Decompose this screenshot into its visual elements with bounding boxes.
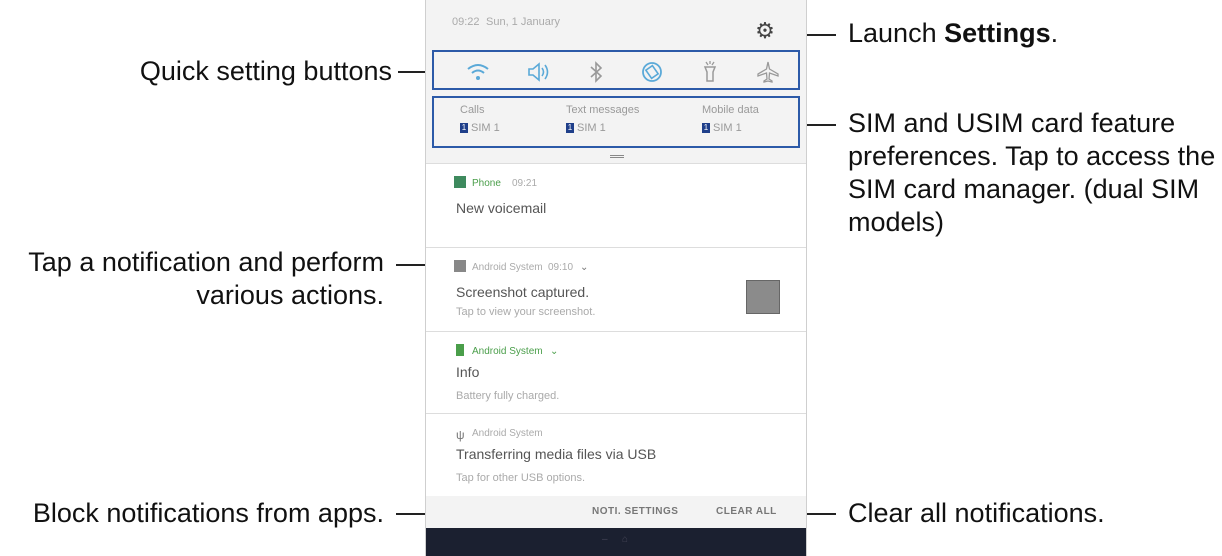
notification-subtitle: Battery fully charged. bbox=[456, 390, 560, 402]
notification-title: Screenshot captured. bbox=[456, 284, 590, 300]
back-icon[interactable]: – bbox=[602, 534, 608, 545]
sim-preferences[interactable]: Calls 1 SIM 1 Text messages 1 SIM 1 Mobile… bbox=[432, 96, 800, 148]
notification-panel: 09:22 Sun, 1 January ⚙ Calls 1 SIM 1 Text… bbox=[425, 0, 807, 556]
status-time: 09:22 bbox=[452, 16, 480, 28]
status-date: Sun, 1 January bbox=[486, 16, 560, 28]
sim-text-title: Text messages bbox=[566, 104, 640, 116]
notification-app: Android System bbox=[472, 262, 543, 273]
sim-text-value: SIM 1 bbox=[577, 122, 606, 134]
sim-line3: SIM card manager. (dual SIM bbox=[848, 174, 1200, 204]
sim-line2: preferences. Tap to access the bbox=[848, 141, 1216, 171]
status-bar: 09:22 Sun, 1 January ⚙ bbox=[426, 0, 806, 46]
chevron-down-icon[interactable]: ⌄ bbox=[550, 346, 558, 357]
sim-line1: SIM and USIM card feature bbox=[848, 108, 1176, 138]
notification-voicemail[interactable]: Phone 09:21 New voicemail bbox=[426, 163, 806, 247]
sim-data-title: Mobile data bbox=[702, 104, 759, 116]
notification-time: 09:21 bbox=[512, 178, 538, 189]
sim-text-messages[interactable]: Text messages 1 SIM 1 bbox=[566, 104, 639, 134]
battery-icon bbox=[456, 344, 464, 356]
notification-screenshot[interactable]: Android System 09:10 ⌄ Screenshot captur… bbox=[426, 247, 806, 331]
clear-all-button[interactable]: CLEAR ALL bbox=[716, 506, 777, 517]
clear-all-label: Clear all notifications. bbox=[848, 498, 1105, 528]
home-icon[interactable]: ⌂ bbox=[622, 534, 628, 545]
launch-settings-suffix: . bbox=[1050, 18, 1059, 48]
tap-notification-line2: various actions. bbox=[196, 280, 384, 310]
image-icon bbox=[454, 260, 466, 272]
noti-settings-button[interactable]: NOTI. SETTINGS bbox=[592, 506, 678, 517]
notification-app: Android System bbox=[472, 428, 543, 439]
launch-settings-bold: Settings bbox=[944, 18, 1051, 48]
notification-title: New voicemail bbox=[456, 200, 547, 216]
sim-calls-title: Calls bbox=[460, 104, 485, 116]
chevron-down-icon[interactable]: ⌄ bbox=[580, 262, 588, 273]
notification-app: Android System bbox=[472, 346, 543, 357]
sim-tag: 1 bbox=[566, 123, 574, 134]
notification-actions: NOTI. SETTINGS CLEAR ALL bbox=[426, 496, 806, 528]
screenshot-thumbnail[interactable] bbox=[746, 280, 780, 314]
notification-title: Transferring media files via USB bbox=[456, 446, 657, 462]
sim-mobile-data[interactable]: Mobile data 1 SIM 1 bbox=[702, 104, 759, 134]
voicemail-icon bbox=[454, 176, 466, 188]
gear-icon[interactable]: ⚙ bbox=[754, 20, 776, 42]
notification-subtitle: Tap to view your screenshot. bbox=[456, 306, 596, 318]
sim-tag: 1 bbox=[460, 123, 468, 134]
bluetooth-icon[interactable] bbox=[582, 58, 610, 86]
launch-settings-label: Launch Settings. bbox=[848, 17, 1058, 50]
launch-settings-prefix: Launch bbox=[848, 18, 945, 48]
sound-icon[interactable] bbox=[524, 58, 552, 86]
navigation-bar: – ⌂ bbox=[426, 528, 806, 556]
quick-settings-label: Quick setting buttons bbox=[139, 56, 392, 86]
tap-notification-label: Tap a notification and perform various a… bbox=[28, 246, 384, 312]
notification-subtitle: Tap for other USB options. bbox=[456, 472, 586, 484]
drag-handle[interactable] bbox=[610, 155, 624, 158]
usb-icon: ψ bbox=[456, 428, 465, 442]
airplane-icon[interactable] bbox=[754, 58, 782, 86]
quick-settings-bar bbox=[432, 50, 800, 90]
sim-line4: models) bbox=[848, 207, 945, 237]
notification-usb[interactable]: ψ Android System Transferring media file… bbox=[426, 413, 806, 496]
tap-notification-line1: Tap a notification and perform bbox=[28, 247, 384, 277]
sim-data-value: SIM 1 bbox=[713, 122, 742, 134]
sim-preferences-label: SIM and USIM card feature preferences. T… bbox=[848, 107, 1215, 239]
notification-app: Phone bbox=[472, 178, 501, 189]
flashlight-icon[interactable] bbox=[696, 58, 724, 86]
auto-rotate-icon[interactable] bbox=[638, 58, 666, 86]
notification-battery[interactable]: Android System ⌄ Info Battery fully char… bbox=[426, 331, 806, 413]
notification-time: 09:10 bbox=[548, 262, 574, 273]
block-notifications-label: Block notifications from apps. bbox=[32, 498, 384, 528]
sim-calls-value: SIM 1 bbox=[471, 122, 500, 134]
sim-calls[interactable]: Calls 1 SIM 1 bbox=[460, 104, 500, 134]
wifi-icon[interactable] bbox=[464, 58, 492, 86]
notification-title: Info bbox=[456, 364, 480, 380]
sim-tag: 1 bbox=[702, 123, 710, 134]
